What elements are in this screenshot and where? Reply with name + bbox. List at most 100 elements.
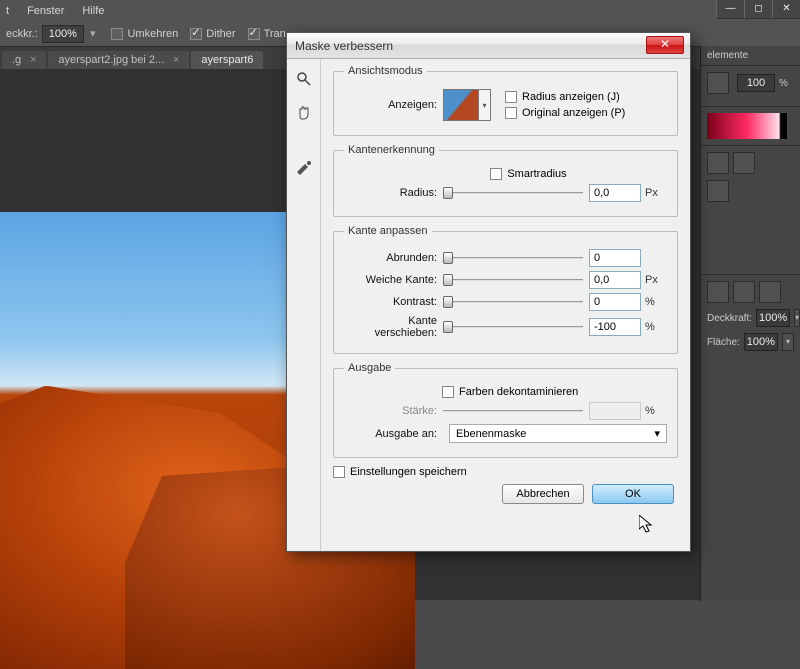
close-icon[interactable]: × — [173, 54, 179, 66]
panel-icon[interactable] — [707, 281, 729, 303]
amount-label: Stärke: — [344, 405, 437, 417]
adjust-edge-legend: Kante anpassen — [344, 225, 432, 237]
hand-icon[interactable] — [296, 105, 312, 121]
cancel-button[interactable]: Abbrechen — [502, 484, 584, 504]
show-radius-checkbox[interactable] — [505, 91, 517, 103]
refine-mask-dialog: Maske verbessern ✕ Ansichtsmodus Anzeige… — [286, 32, 691, 552]
opacity-value[interactable]: 100% — [42, 25, 84, 43]
unit-label: Px — [645, 187, 667, 199]
dialog-tool-column — [287, 59, 321, 551]
feather-slider[interactable] — [443, 271, 583, 289]
dropdown-icon: ▾ — [654, 427, 660, 440]
shift-edge-input[interactable] — [589, 318, 641, 336]
maximize-button[interactable]: ◻ — [744, 0, 772, 19]
output-to-value: Ebenenmaske — [456, 428, 526, 440]
output-to-label: Ausgabe an: — [344, 428, 437, 440]
close-icon[interactable]: × — [30, 54, 36, 66]
amount-slider — [443, 402, 583, 420]
dropdown-icon[interactable]: ▾ — [794, 309, 800, 327]
invert-checkbox[interactable] — [111, 28, 123, 40]
fill-label: Fläche: — [707, 337, 740, 348]
amount-input — [589, 402, 641, 420]
show-radius-label: Radius anzeigen (J) — [522, 91, 620, 103]
radius-label: Radius: — [344, 187, 437, 199]
menu-bar: t Fenster Hilfe — [0, 0, 800, 21]
unit-label: % — [645, 296, 667, 308]
opacity-label: eckkr.: — [6, 28, 38, 40]
dither-checkbox[interactable] — [190, 28, 202, 40]
output-legend: Ausgabe — [344, 362, 395, 374]
show-original-checkbox[interactable] — [505, 107, 517, 119]
panel-icon[interactable] — [733, 152, 755, 174]
shift-edge-slider[interactable] — [443, 318, 583, 336]
panel-icon[interactable] — [707, 152, 729, 174]
edge-detection-legend: Kantenerkennung — [344, 144, 439, 156]
output-fieldset: Ausgabe Farben dekontaminieren Stärke: %… — [333, 362, 678, 458]
brush-icon[interactable] — [295, 159, 313, 175]
dropdown-icon[interactable]: ▾ — [90, 27, 96, 40]
dither-label: Dither — [206, 28, 235, 40]
tab-1[interactable]: .g × — [2, 51, 46, 69]
invert-label: Umkehren — [127, 28, 178, 40]
fill-value[interactable]: 100% — [744, 333, 778, 351]
ok-button[interactable]: OK — [592, 484, 674, 504]
window-controls: — ◻ ✕ — [716, 0, 800, 19]
smooth-label: Abrunden: — [344, 252, 437, 264]
panel-icon[interactable] — [707, 180, 729, 202]
radius-input[interactable] — [589, 184, 641, 202]
trans-label: Tran — [264, 28, 286, 40]
dialog-close-button[interactable]: ✕ — [646, 36, 684, 54]
tab-label: ayerspart6 — [201, 54, 253, 66]
panel-icon[interactable] — [707, 72, 729, 94]
close-button[interactable]: ✕ — [772, 0, 800, 19]
menu-item[interactable]: t — [6, 5, 9, 17]
zoom-icon[interactable] — [296, 71, 312, 87]
tab-label: ayerspart2.jpg bei 2... — [58, 54, 164, 66]
opacity-value[interactable]: 100% — [756, 309, 790, 327]
dialog-title: Maske verbessern — [295, 39, 393, 53]
tab-3[interactable]: ayerspart6 — [191, 51, 263, 69]
radius-slider[interactable] — [443, 184, 583, 202]
dialog-titlebar[interactable]: Maske verbessern ✕ — [287, 33, 690, 59]
smooth-slider[interactable] — [443, 249, 583, 267]
feather-label: Weiche Kante: — [344, 274, 437, 286]
unit-label: % — [645, 405, 667, 417]
panel-icon[interactable] — [759, 281, 781, 303]
trans-checkbox[interactable] — [248, 28, 260, 40]
remember-settings-label: Einstellungen speichern — [350, 466, 467, 478]
right-panel: elemente 100 % Deckkraft: 100% ▾ Fläche:… — [700, 46, 800, 601]
contrast-slider[interactable] — [443, 293, 583, 311]
contrast-input[interactable] — [589, 293, 641, 311]
remember-settings-checkbox[interactable] — [333, 466, 345, 478]
value-box[interactable]: 100 — [737, 74, 775, 92]
dropdown-icon[interactable]: ▾ — [479, 89, 491, 121]
decontaminate-label: Farben dekontaminieren — [459, 386, 578, 398]
view-mode-fieldset: Ansichtsmodus Anzeigen: ▾ Radius anzeige… — [333, 65, 678, 136]
show-original-label: Original anzeigen (P) — [522, 107, 625, 119]
output-to-select[interactable]: Ebenenmaske ▾ — [449, 424, 667, 443]
decontaminate-checkbox[interactable] — [442, 386, 454, 398]
shift-edge-label: Kante verschieben: — [344, 315, 437, 339]
feather-input[interactable] — [589, 271, 641, 289]
tab-2[interactable]: ayerspart2.jpg bei 2... × — [48, 51, 189, 69]
menu-item[interactable]: Hilfe — [82, 5, 104, 17]
panel-header: elemente — [701, 46, 800, 65]
view-mode-legend: Ansichtsmodus — [344, 65, 427, 77]
panel-icon[interactable] — [733, 281, 755, 303]
smartradius-checkbox[interactable] — [490, 168, 502, 180]
dropdown-icon[interactable]: ▾ — [782, 333, 794, 351]
tab-label: .g — [12, 54, 21, 66]
contrast-label: Kontrast: — [344, 296, 437, 308]
view-label: Anzeigen: — [344, 99, 437, 111]
opacity-label: Deckkraft: — [707, 313, 752, 324]
unit-label: % — [645, 321, 667, 333]
adjust-edge-fieldset: Kante anpassen Abrunden: Weiche Kante: P… — [333, 225, 678, 354]
view-thumbnail[interactable] — [443, 89, 479, 121]
menu-item[interactable]: Fenster — [27, 5, 64, 17]
minimize-button[interactable]: — — [716, 0, 744, 19]
smooth-input[interactable] — [589, 249, 641, 267]
edge-detection-fieldset: Kantenerkennung Smartradius Radius: Px — [333, 144, 678, 217]
percent-label: % — [779, 78, 788, 89]
unit-label: Px — [645, 274, 667, 286]
color-swatch[interactable] — [707, 113, 787, 139]
